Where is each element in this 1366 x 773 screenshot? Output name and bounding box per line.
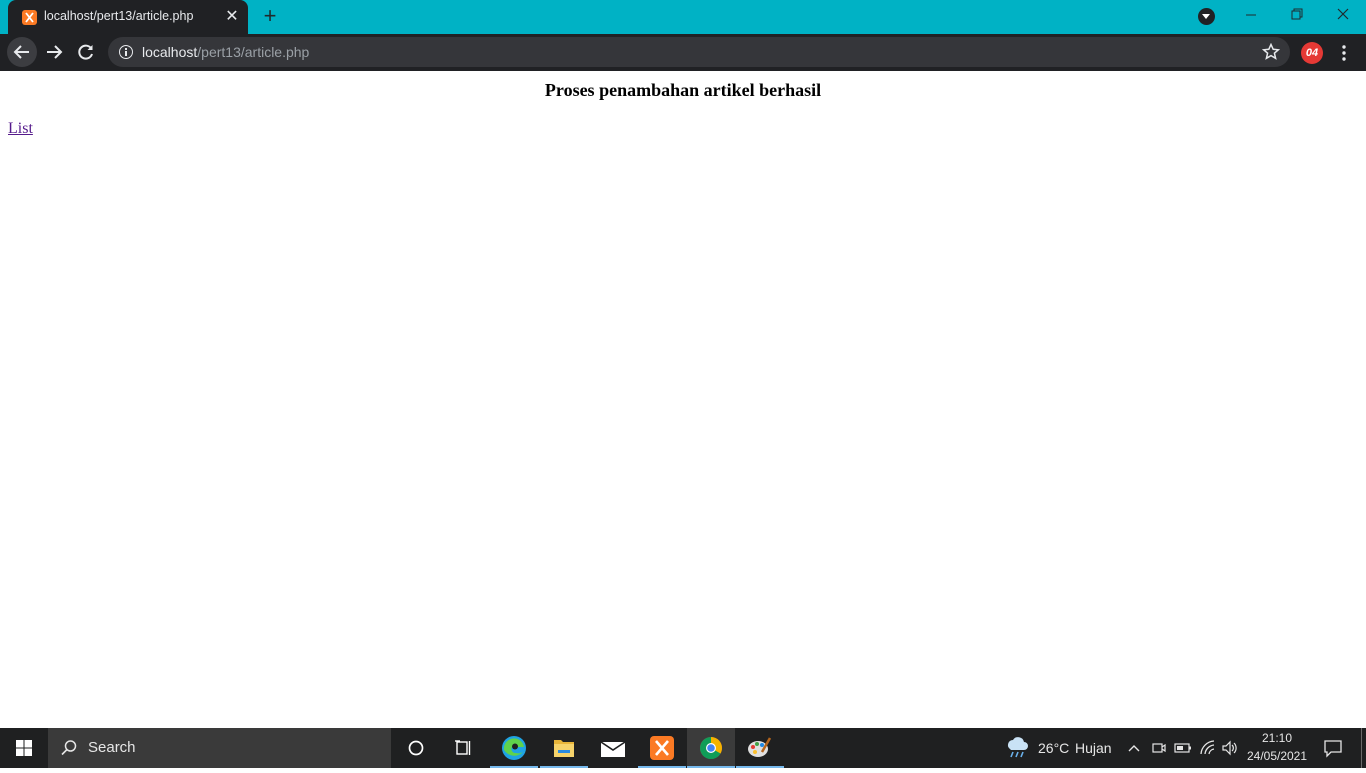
forward-arrow-icon [47,45,63,59]
edge-icon[interactable] [490,728,538,768]
minimize-button[interactable] [1228,0,1274,30]
tab-search-icon[interactable] [1198,8,1215,25]
browser-toolbar: localhost/pert13/article.php 04 [0,34,1366,71]
url-text[interactable]: localhost/pert13/article.php [142,44,309,60]
clock-date[interactable]: 24/05/2021 [1244,749,1310,763]
new-tab-button[interactable]: + [258,5,282,29]
tab-title: localhost/pert13/article.php [44,9,194,23]
start-button[interactable] [0,728,48,768]
volume-icon[interactable] [1221,739,1239,757]
forward-button[interactable] [39,37,69,67]
show-desktop-button[interactable] [1361,728,1362,768]
back-arrow-icon [13,45,29,59]
meet-now-icon[interactable] [1151,740,1167,756]
xampp-icon[interactable] [638,728,686,768]
page-title: Proses penambahan artikel berhasil [544,80,822,100]
list-link[interactable]: List [8,120,33,138]
task-view-icon[interactable] [440,728,488,768]
tab-close-icon[interactable]: ✕ [222,7,242,27]
search-placeholder: Search [88,739,136,756]
restore-button[interactable] [1274,0,1320,30]
browser-tab[interactable]: localhost/pert13/article.php ✕ [8,0,248,34]
back-button[interactable] [7,37,37,67]
reload-icon [78,44,93,60]
chrome-icon[interactable] [687,728,735,768]
weather-label[interactable]: Hujan [1075,740,1112,756]
cortana-icon[interactable] [392,728,440,768]
search-icon [61,740,77,756]
windows-taskbar: Search 26°C Hujan 21:10 24/05/2021 [0,728,1366,768]
mail-icon[interactable] [589,728,637,768]
windows-logo-icon [16,740,32,756]
site-info-icon[interactable] [119,45,133,59]
taskbar-search-box[interactable]: Search [48,728,391,768]
clock-time[interactable]: 21:10 [1248,731,1306,745]
page-viewport: Proses penambahan artikel berhasil List [0,71,1366,728]
weather-temperature[interactable]: 26°C [1038,740,1069,756]
weather-rain-icon[interactable] [1004,736,1030,760]
bookmark-star-icon[interactable] [1261,42,1281,61]
wifi-icon[interactable] [1199,739,1217,757]
reload-button[interactable] [71,37,101,67]
paint-icon[interactable] [736,728,784,768]
more-menu-icon[interactable] [1336,42,1352,64]
close-window-button[interactable] [1320,0,1366,30]
notification-center-icon[interactable] [1322,738,1344,758]
address-bar[interactable]: localhost/pert13/article.php [108,37,1290,67]
xampp-favicon-icon [22,10,37,25]
browser-tab-strip: localhost/pert13/article.php ✕ + [0,0,1366,34]
file-explorer-icon[interactable] [540,728,588,768]
profile-avatar[interactable]: 04 [1301,42,1323,64]
battery-icon[interactable] [1174,740,1192,756]
chevron-up-icon[interactable] [1126,740,1142,756]
